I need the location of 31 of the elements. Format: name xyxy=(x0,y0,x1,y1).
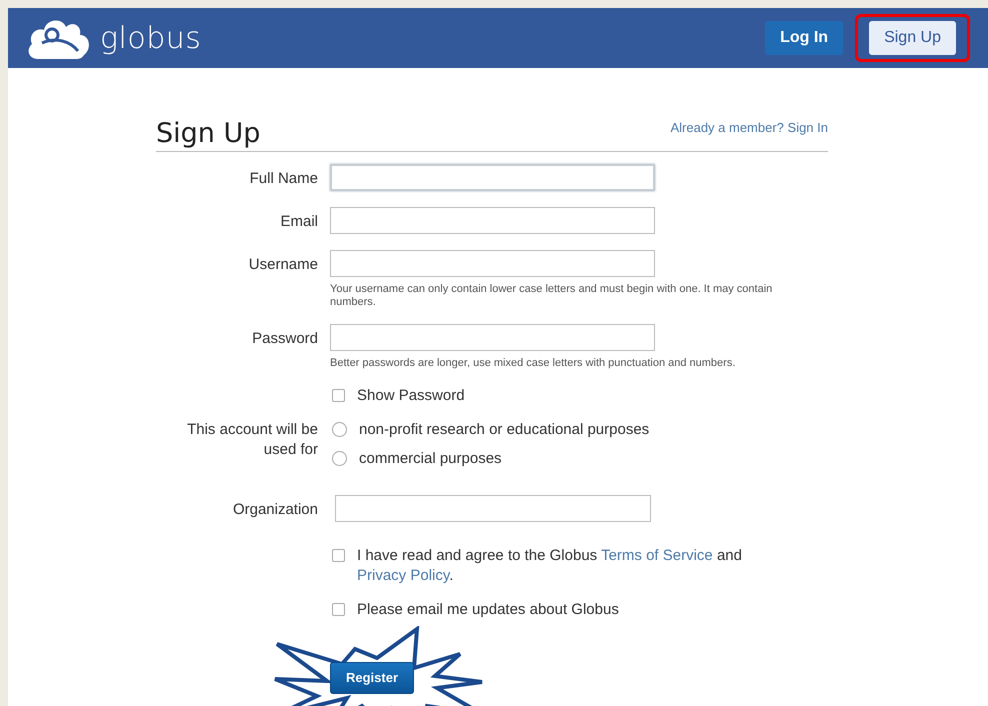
logo-text: globus xyxy=(100,20,202,56)
input-field[interactable] xyxy=(330,207,655,234)
terms-link[interactable]: Terms of Service xyxy=(601,546,713,564)
input-field[interactable] xyxy=(330,250,655,277)
radio-label: commercial purposes xyxy=(359,448,502,469)
field-label: Email xyxy=(279,212,318,232)
checkbox-label: Show Password xyxy=(357,386,465,406)
sign-in-link[interactable]: Already a member? Sign In xyxy=(670,120,828,135)
field-label: Full Name xyxy=(248,169,318,189)
checkbox[interactable] xyxy=(332,388,345,402)
page-title: Sign Up xyxy=(156,118,260,149)
input-field[interactable] xyxy=(330,164,655,191)
log-in-button[interactable]: Log In xyxy=(765,21,844,55)
checkbox[interactable] xyxy=(332,548,345,562)
radio-label: non-profit research or educational purposes xyxy=(359,420,650,440)
sign-up-button[interactable]: Sign Up xyxy=(869,21,956,55)
privacy-link[interactable]: Privacy Policy xyxy=(357,566,450,584)
field-label: Organization xyxy=(232,500,318,520)
checkbox-label: Please email me updates about Globus xyxy=(357,600,619,620)
field-label: This account will be used for xyxy=(186,420,318,460)
input-field[interactable] xyxy=(330,324,655,352)
checkbox[interactable] xyxy=(332,602,345,616)
register-button[interactable]: Register xyxy=(330,662,414,694)
radio-button[interactable] xyxy=(332,422,347,437)
agreement-text: I have read and agree to the Globus Terms of Service and Privacy Policy. xyxy=(357,546,743,586)
radio-button[interactable] xyxy=(332,450,347,466)
field-hint: Better passwords are longer, use mixed case letters with punctuation and numbers. xyxy=(330,357,736,370)
field-hint: Your username can only contain lower case letters and must begin with one. It may contain numbers. xyxy=(330,283,774,308)
input-field[interactable] xyxy=(335,494,651,522)
field-label: Username xyxy=(248,255,318,275)
field-label: Password xyxy=(251,329,318,350)
